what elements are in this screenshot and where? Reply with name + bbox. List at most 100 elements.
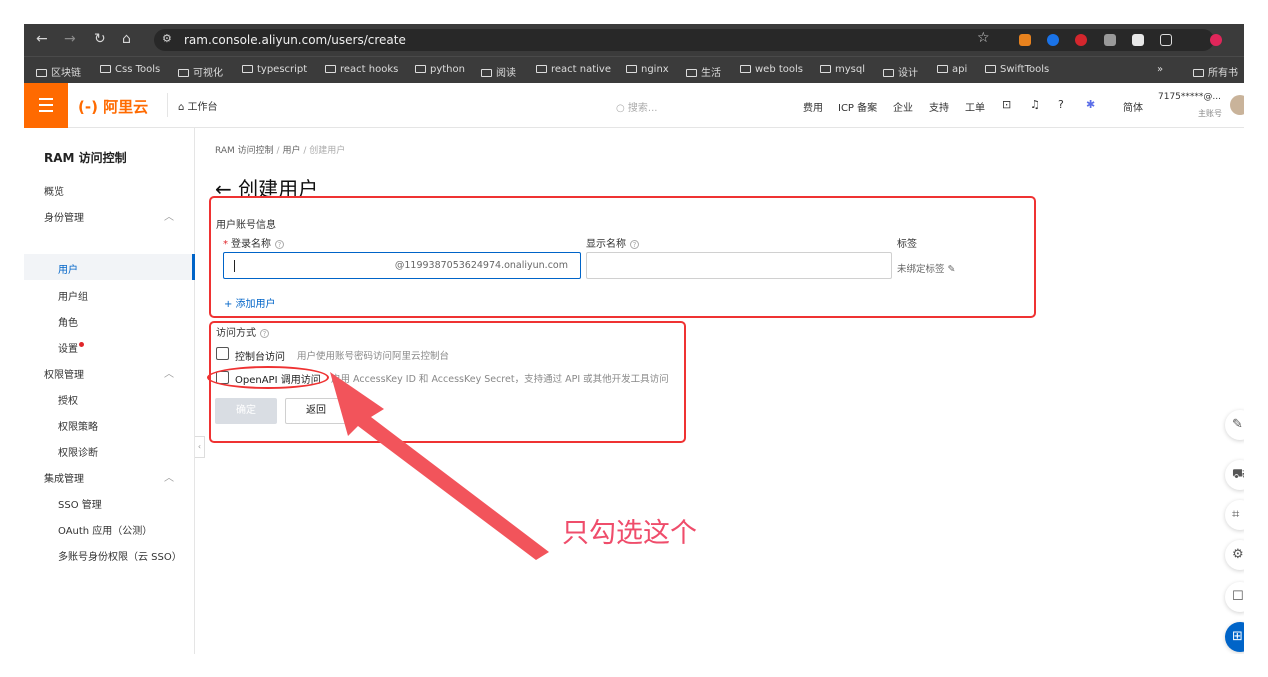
console-topbar: (-) 阿里云 ⌂ 工作台 ○ 搜索... 费用 ICP 备案 企业 支持 工单… (24, 83, 1244, 128)
metamask-extension-icon[interactable] (1019, 34, 1031, 46)
bookmark-folder[interactable]: react native (536, 64, 611, 75)
sidebar-item-users[interactable]: 用户 (58, 261, 78, 276)
sidebar-item-sso[interactable]: SSO 管理 (58, 496, 102, 511)
sidebar-item-overview[interactable]: 概览 (44, 183, 64, 198)
apps-grid-icon[interactable]: ⊞ (1225, 622, 1244, 652)
sidebar-active-indicator (192, 254, 195, 280)
sidebar-item-policies[interactable]: 权限策略 (58, 418, 98, 433)
sidebar-item-multi-account[interactable]: 多账号身份权限（云 SSO） (58, 548, 182, 563)
extension-icon[interactable] (1104, 34, 1116, 46)
hamburger-menu-button[interactable] (24, 83, 68, 128)
sidebar-item-settings[interactable]: 设置 (58, 340, 84, 355)
more-bookmarks-button[interactable]: » (1157, 64, 1163, 75)
adblock-extension-icon[interactable] (1075, 34, 1087, 46)
bookmark-folder[interactable]: react hooks (325, 64, 398, 75)
forward-arrow-icon[interactable]: → (64, 31, 76, 47)
edit-icon[interactable]: ✎ (1225, 410, 1244, 440)
site-settings-icon[interactable]: ⚙ (162, 32, 172, 45)
language-switch[interactable]: 简体 (1123, 99, 1143, 114)
bookmark-folder[interactable]: 生活 (686, 64, 721, 79)
sidebar-group-permissions[interactable]: 权限管理 (44, 366, 84, 381)
topbar-link-support[interactable]: 支持 (929, 99, 949, 114)
bookmarks-bar: 区块链 Css Tools 可视化 typescript react hooks… (24, 56, 1244, 83)
folder-icon (481, 69, 492, 77)
terminal-icon[interactable]: ⊡ (1002, 98, 1011, 111)
bookmark-folder[interactable]: typescript (242, 64, 307, 75)
bookmark-folder[interactable]: 阅读 (481, 64, 516, 79)
bell-icon[interactable]: ♫ (1030, 98, 1040, 111)
sidebar-item-roles[interactable]: 角色 (58, 314, 78, 329)
divider (167, 93, 168, 117)
aliyun-logo[interactable]: (-) 阿里云 (78, 96, 148, 117)
sidebar-group-integration[interactable]: 集成管理 (44, 470, 84, 485)
annotation-arrow (330, 372, 549, 560)
sidebar-item-grants[interactable]: 授权 (58, 392, 78, 407)
notification-dot (79, 342, 84, 347)
cart-icon[interactable]: ⛟ (1225, 460, 1244, 490)
topbar-link-billing[interactable]: 费用 (803, 99, 823, 114)
bookmark-star-icon[interactable]: ☆ (977, 30, 990, 46)
home-icon: ⌂ (178, 102, 188, 113)
folder-icon (325, 65, 336, 73)
home-icon[interactable]: ⌂ (122, 31, 131, 47)
help-icon[interactable]: ? (1058, 98, 1064, 111)
breadcrumb-current: 创建用户 (309, 146, 346, 156)
menu-icon (39, 98, 53, 100)
breadcrumb-item[interactable]: 用户 (282, 146, 300, 156)
bookmark-folder[interactable]: api (937, 64, 967, 75)
bookmark-folder[interactable]: 设计 (883, 64, 918, 79)
topbar-link-ticket[interactable]: 工单 (965, 99, 985, 114)
breadcrumb-item[interactable]: RAM 访问控制 (215, 146, 274, 156)
sidebar-item-diagnosis[interactable]: 权限诊断 (58, 444, 98, 459)
url-text[interactable]: ram.console.aliyun.com/users/create (184, 33, 406, 47)
workbench-link[interactable]: ⌂ 工作台 (178, 98, 218, 113)
extensions-puzzle-icon[interactable] (1160, 34, 1172, 46)
gear-icon[interactable]: ⚙ (1225, 540, 1244, 570)
assistant-icon[interactable]: ✱ (1086, 98, 1095, 111)
back-arrow-icon[interactable]: ← (36, 31, 48, 47)
breadcrumb-separator: / (276, 146, 280, 156)
profile-icon[interactable] (1210, 34, 1222, 46)
bookmark-folder[interactable]: web tools (740, 64, 803, 75)
sidebar-active-highlight (24, 254, 195, 280)
bookmark-folder[interactable]: Css Tools (100, 64, 160, 75)
sidebar-group-identity[interactable]: 身份管理 (44, 209, 84, 224)
arrow-shape (330, 372, 549, 560)
folder-icon (985, 65, 996, 73)
bookmark-folder[interactable]: nginx (626, 64, 669, 75)
annotation-circle-openapi (207, 366, 329, 389)
browser-window: ← → ↻ ⌂ ⚙ ram.console.aliyun.com/users/c… (24, 24, 1244, 654)
feedback-icon[interactable]: ☐ (1225, 582, 1244, 612)
annotation-box-account-info (209, 196, 1036, 318)
all-bookmarks-folder[interactable]: 所有书 (1193, 64, 1238, 79)
sidebar-item-user-groups[interactable]: 用户组 (58, 288, 88, 303)
search-icon: ○ (616, 103, 628, 114)
topbar-link-icp[interactable]: ICP 备案 (838, 99, 877, 114)
extension-icon[interactable] (1132, 34, 1144, 46)
chevron-up-icon[interactable]: ︿ (164, 365, 174, 380)
folder-icon (178, 69, 189, 77)
search-box[interactable]: ○ 搜索... (616, 99, 657, 114)
chevron-up-icon[interactable]: ︿ (164, 469, 174, 484)
folder-icon (937, 65, 948, 73)
annotation-note: 只勾选这个 (562, 518, 697, 549)
menu-icon (39, 110, 53, 112)
folder-icon (883, 69, 894, 77)
bookmark-folder[interactable]: python (415, 64, 465, 75)
sidebar-collapse-button[interactable]: ‹ (195, 436, 205, 458)
topbar-link-enterprise[interactable]: 企业 (893, 99, 913, 114)
folder-icon (415, 65, 426, 73)
menu-icon (39, 104, 53, 106)
bookmark-folder[interactable]: SwiftTools (985, 64, 1049, 75)
chevron-up-icon[interactable]: ︿ (164, 208, 174, 223)
bookmark-folder[interactable]: 区块链 (36, 64, 81, 79)
bookmark-folder[interactable]: 可视化 (178, 64, 223, 79)
folder-icon (100, 65, 111, 73)
reload-icon[interactable]: ↻ (94, 31, 106, 47)
account-name[interactable]: 7175*****@... (1158, 92, 1221, 102)
sidebar-item-oauth[interactable]: OAuth 应用（公测） (58, 522, 152, 537)
api-icon[interactable]: ⌗ (1225, 500, 1244, 530)
bookmark-folder[interactable]: mysql (820, 64, 865, 75)
avatar[interactable] (1230, 95, 1244, 115)
chrome-extension-icon[interactable] (1047, 34, 1059, 46)
